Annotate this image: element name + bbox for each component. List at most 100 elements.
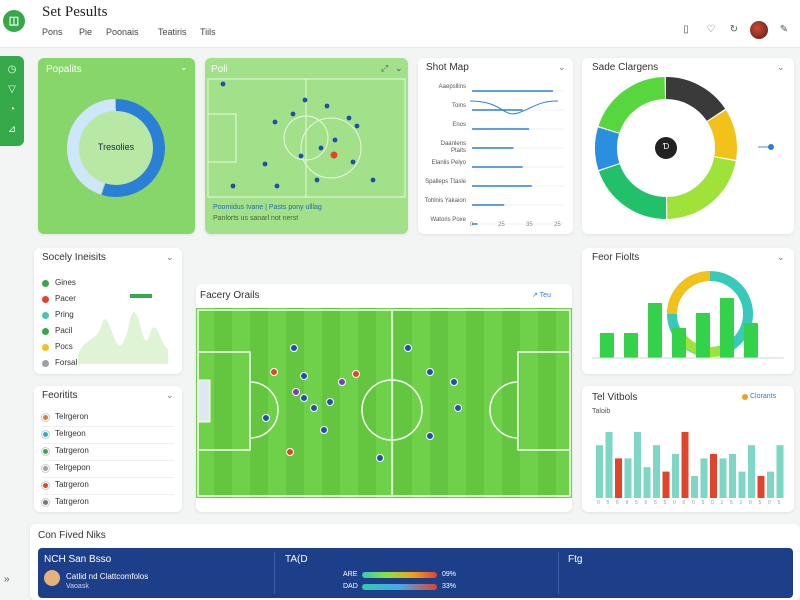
player-dot	[230, 183, 236, 189]
list-item[interactable]: Pacil18	[42, 324, 182, 340]
pitch-caption-1: Poomidus Ivane | Pasts pony ulllag	[213, 204, 322, 211]
player-dot	[290, 344, 298, 352]
pearcits-card: Feoritits ⌄ Telrgeron1.14Telrgeon13Tatrg…	[34, 386, 182, 512]
bar	[767, 471, 774, 498]
player-dot	[302, 97, 308, 103]
list-item[interactable]: Pacer18	[42, 292, 182, 308]
clock-icon[interactable]: ◷	[6, 64, 18, 76]
col2-row1-left: ARE	[343, 571, 358, 578]
card-title: Feoritits	[42, 390, 78, 401]
cup-icon[interactable]: ▽	[6, 84, 18, 96]
axis-tick: 5	[758, 500, 762, 506]
collapse-icon[interactable]: »	[4, 574, 10, 585]
summary-band: NCH San Bsso Catlid nd Clattcomfolos Vao…	[38, 548, 793, 598]
bar	[653, 445, 660, 498]
page-title: Set Pesults	[42, 4, 108, 20]
divider	[274, 552, 275, 594]
chevron-down-icon[interactable]: ⌄	[166, 390, 174, 401]
bar	[672, 328, 686, 358]
nav-item-5[interactable]: Tiils	[200, 27, 216, 37]
list-item[interactable]: Forsal6	[42, 356, 182, 372]
col1-sub1: Catlid nd Clattcomfolos	[66, 572, 149, 581]
bar	[672, 454, 679, 498]
bar	[738, 471, 746, 498]
axis-tick: 0	[749, 500, 752, 506]
list-item-label: Tatrgeron	[55, 446, 89, 455]
clipboard-icon[interactable]: ▯	[680, 24, 692, 36]
col2-row2-left: DAD	[343, 583, 358, 590]
bar	[615, 458, 622, 498]
list-item[interactable]: Telrgeron1.14	[42, 410, 182, 426]
row-label: Elanlis Pelyo	[431, 160, 466, 166]
donut-center-icon: Ɗ	[662, 142, 670, 151]
player-dot	[326, 398, 334, 406]
list-item[interactable]: Tatrgeron30	[42, 495, 182, 511]
donut-slice	[707, 109, 737, 160]
player-dot	[300, 394, 308, 402]
list-item[interactable]: Tatrgeron65	[42, 478, 182, 494]
side-donut	[595, 77, 774, 219]
player-dot	[270, 368, 278, 376]
heart-icon[interactable]: ♡	[705, 24, 717, 36]
list-item-label: Telrgeon	[55, 429, 86, 438]
card-title: Socely Ineisits	[42, 252, 106, 263]
more-icon[interactable]: ⌄	[395, 63, 403, 74]
bar	[700, 458, 708, 498]
list-item[interactable]: Pocs13	[42, 340, 182, 356]
football-pitch	[196, 308, 572, 498]
player-dot	[354, 123, 360, 129]
player-dot	[454, 404, 462, 412]
list-item[interactable]: Gines1.16	[42, 276, 182, 292]
player-dot	[292, 388, 300, 396]
axis-tick: 5	[654, 500, 657, 506]
nav-item-3[interactable]: Poonais	[106, 27, 139, 37]
player-dot	[350, 159, 356, 165]
col3-title: Ftg	[568, 554, 583, 565]
chevron-down-icon[interactable]: ⌄	[166, 252, 174, 263]
chart-icon[interactable]: ⊿	[6, 124, 18, 136]
col2-row2-right: 33%	[442, 583, 457, 590]
list-item[interactable]: Tatrgeron20	[42, 444, 182, 460]
side-chargers-card: Sade Clargens ⌄ Ɗ	[582, 58, 794, 234]
timer-icon[interactable]: ◔	[6, 104, 18, 116]
section-title: Con Fived Niks	[38, 530, 106, 541]
refresh-icon[interactable]: ↻	[728, 24, 740, 36]
axis-tick: 1	[739, 500, 743, 506]
bar	[648, 303, 662, 358]
view-link[interactable]: ↗ Teu	[532, 291, 551, 299]
axis-tick: 5	[663, 500, 667, 506]
list-item[interactable]: Pring13	[42, 308, 182, 324]
row-label: Toins	[451, 103, 466, 109]
list-item[interactable]: Telrgepon29	[42, 461, 182, 477]
nav-item-4[interactable]: Teatiris	[158, 27, 187, 37]
fear-chart	[592, 271, 784, 359]
bar	[681, 432, 689, 498]
axis-tick: 5	[701, 500, 705, 506]
expand-icon[interactable]: ⤢	[381, 63, 388, 74]
list-item-label: Gines	[55, 278, 76, 287]
avatar[interactable]	[750, 21, 768, 39]
list-item-label: Telrgepon	[55, 463, 91, 472]
player-dot	[286, 448, 294, 456]
bar	[719, 458, 727, 498]
axis-tick: 5	[635, 500, 638, 506]
bar	[776, 445, 784, 498]
axis-tick: 0	[692, 500, 695, 506]
col2-row1-right: 09%	[442, 571, 457, 578]
bar	[643, 467, 651, 498]
nav-item-2[interactable]: Pie	[79, 27, 92, 37]
team-badge-icon	[42, 482, 49, 489]
bar	[691, 476, 698, 498]
bar	[624, 458, 632, 498]
row-label: Tohlnis Yakaion	[424, 198, 466, 204]
player-dot	[346, 115, 352, 121]
player-dot	[220, 81, 226, 87]
player-dot	[338, 378, 346, 386]
player-dot	[310, 404, 318, 412]
wrench-icon[interactable]: ✎	[778, 24, 790, 36]
col2-title: TA(D	[285, 554, 308, 565]
nav-item-1[interactable]: Pons	[42, 27, 63, 37]
app-logo-icon[interactable]: ◫	[3, 10, 25, 32]
list-item[interactable]: Telrgeon13	[42, 427, 182, 443]
list-item-label: Pocs	[55, 342, 73, 351]
